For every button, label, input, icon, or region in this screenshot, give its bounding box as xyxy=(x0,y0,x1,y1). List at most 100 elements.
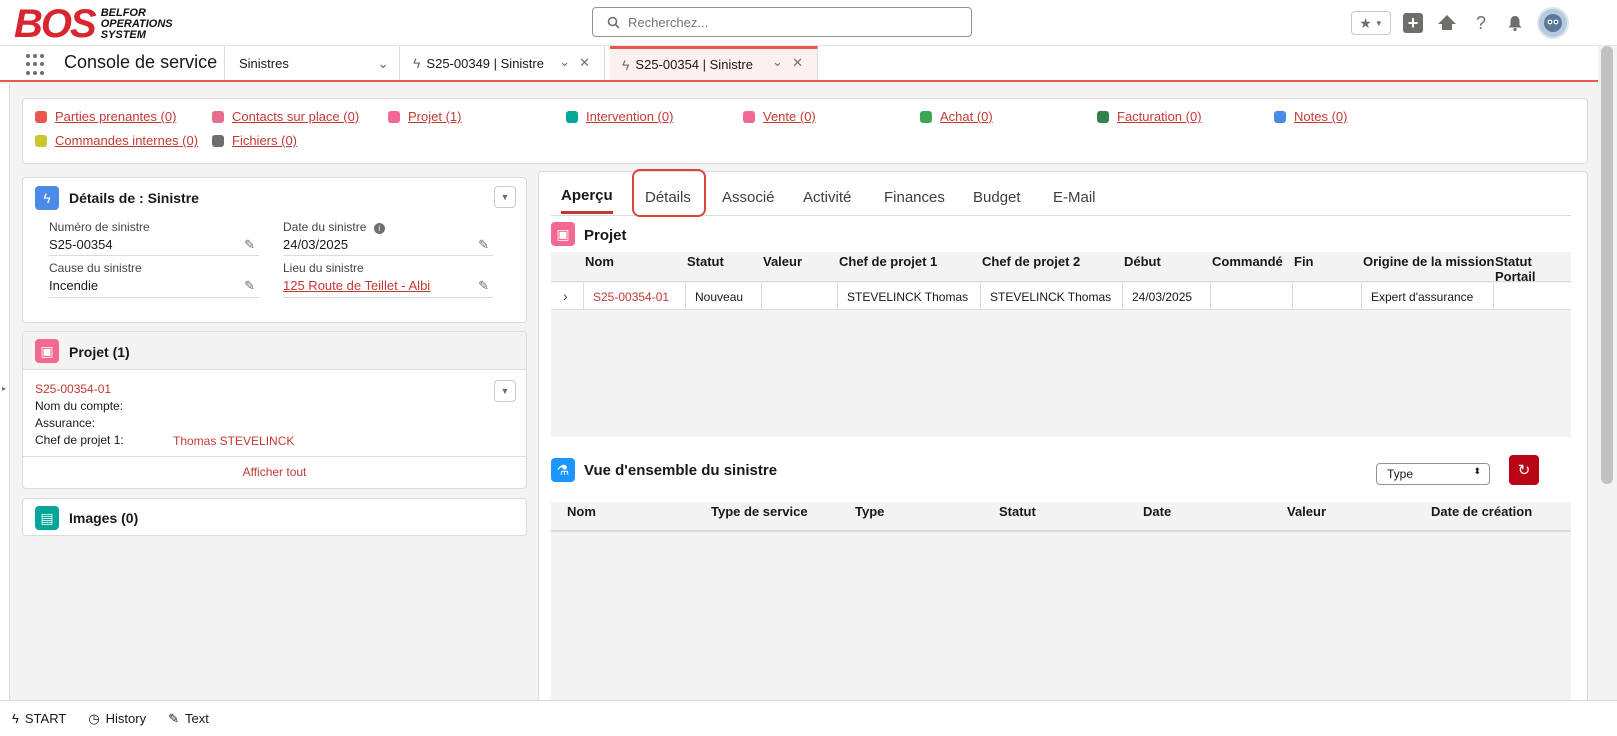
claim-cause-field: Incendie ✎ xyxy=(49,274,259,298)
tab-finances[interactable]: Finances xyxy=(884,180,945,214)
chevron-down-icon[interactable]: ⌄ xyxy=(377,55,389,72)
contact-icon xyxy=(212,110,224,123)
column-header[interactable]: Date xyxy=(1143,504,1171,519)
utility-text[interactable]: ✎ Text xyxy=(168,711,209,727)
column-header[interactable]: Statut xyxy=(999,504,1036,519)
clock-icon: ◷ xyxy=(88,710,100,726)
column-header[interactable]: Type de service xyxy=(711,504,808,519)
info-icon[interactable]: i xyxy=(373,223,385,234)
global-actions-plus-icon[interactable]: + xyxy=(1401,11,1425,35)
projet-record-link[interactable]: S25-00354-01 xyxy=(35,382,111,396)
related-link-notes[interactable]: Notes (0) xyxy=(1274,109,1347,124)
object-navigation-select[interactable]: Sinistres ⌄ xyxy=(224,46,400,80)
edit-pencil-icon[interactable]: ✎ xyxy=(478,278,489,294)
record-tabs-card: Aperçu Détails Associé Activité Finances… xyxy=(538,169,1588,701)
projet-name-link[interactable]: S25-00354-01 xyxy=(593,290,669,304)
column-header[interactable]: Nom xyxy=(585,254,614,269)
claim-location-link[interactable]: 125 Route de Teillet - Albi xyxy=(283,278,430,293)
record-page: Parties prenantes (0) Contacts sur place… xyxy=(10,84,1592,701)
project-manager-link[interactable]: Thomas STEVELINCK xyxy=(173,434,294,448)
chevron-down-icon[interactable]: ⌄ xyxy=(772,54,783,70)
edit-pencil-icon[interactable]: ✎ xyxy=(244,278,255,294)
pen-icon: ✎ xyxy=(168,710,180,726)
table-row[interactable]: › S25-00354-01 Nouveau STEVELINCK Thomas… xyxy=(551,283,1571,310)
scrollbar-thumb[interactable] xyxy=(1601,46,1613,484)
column-header[interactable]: Commandé xyxy=(1212,254,1283,269)
tab-apercu[interactable]: Aperçu xyxy=(561,180,613,214)
field-label: Date du sinistre i xyxy=(283,220,385,234)
column-header[interactable]: Valeur xyxy=(1287,504,1326,519)
belfor-logo[interactable]: BOS BELFOR OPERATIONS SYSTEM xyxy=(14,4,173,44)
projet-record-menu-dropdown[interactable]: ▼ xyxy=(494,380,516,402)
chevron-down-icon[interactable]: ⌄ xyxy=(559,54,570,70)
global-search-input[interactable]: Recherchez... xyxy=(592,7,972,37)
console-navigation: Console de service Sinistres ⌄ ϟ S25-003… xyxy=(0,46,1617,82)
column-header[interactable]: Chef de projet 2 xyxy=(982,254,1080,269)
favorites-star-icon[interactable]: ★ ▼ xyxy=(1351,11,1391,35)
related-link-fichiers[interactable]: Fichiers (0) xyxy=(212,133,297,148)
app-launcher-icon[interactable] xyxy=(26,54,48,76)
related-link-contacts[interactable]: Contacts sur place (0) xyxy=(212,109,359,124)
briefcase-icon: ▣ xyxy=(551,222,575,246)
details-menu-dropdown[interactable]: ▼ xyxy=(494,186,516,208)
close-tab-icon[interactable]: ✕ xyxy=(579,55,590,71)
table-cell: 24/03/2025 xyxy=(1132,290,1193,304)
refresh-button[interactable]: ↻ xyxy=(1509,455,1539,485)
column-header[interactable]: Valeur xyxy=(763,254,802,269)
account-name-label: Nom du compte: xyxy=(35,399,124,413)
projet-table-title: Projet xyxy=(584,227,627,244)
files-icon xyxy=(212,134,224,147)
column-header[interactable]: Statut xyxy=(687,254,724,269)
column-header[interactable]: Type xyxy=(855,504,884,519)
table-cell: Expert d'assurance xyxy=(1371,290,1474,304)
type-filter-select[interactable]: Type ⬍ xyxy=(1376,463,1490,485)
column-header[interactable]: Début xyxy=(1124,254,1161,269)
search-icon xyxy=(607,16,620,29)
utility-start[interactable]: ϟ START xyxy=(12,711,66,726)
app-name: Console de service xyxy=(64,52,218,72)
notifications-bell-icon[interactable] xyxy=(1503,11,1527,35)
field-label: Lieu du sinistre xyxy=(283,261,364,275)
column-header[interactable]: Nom xyxy=(567,504,596,519)
flask-icon: ⚗ xyxy=(551,458,575,482)
related-links-card: Parties prenantes (0) Contacts sur place… xyxy=(22,98,1588,164)
chevron-right-icon[interactable]: › xyxy=(563,288,568,304)
projet-card: ▣ Projet (1) S25-00354-01 ▼ Nom du compt… xyxy=(22,331,527,489)
column-header[interactable]: Origine de la mission xyxy=(1363,254,1494,269)
overview-title: Vue d'ensemble du sinistre xyxy=(584,462,778,479)
related-link-vente[interactable]: Vente (0) xyxy=(743,109,816,124)
details-card: ϟ Détails de : Sinistre ▼ Numéro de sini… xyxy=(22,177,527,323)
tab-associe[interactable]: Associé xyxy=(722,180,775,214)
left-panel-toggle[interactable]: ▸ xyxy=(0,84,10,700)
column-header[interactable]: Statut Portail xyxy=(1495,254,1571,284)
related-link-commandes-internes[interactable]: Commandes internes (0) xyxy=(35,133,198,148)
column-header[interactable]: Chef de projet 1 xyxy=(839,254,937,269)
table-cell: STEVELINCK Thomas xyxy=(990,290,1112,304)
workspace-tab-s25-00354[interactable]: ϟ S25-00354 | Sinistre ⌄ ✕ xyxy=(610,46,818,80)
tab-email[interactable]: E-Mail xyxy=(1053,180,1096,214)
related-link-parties-prenantes[interactable]: Parties prenantes (0) xyxy=(35,109,176,124)
workspace-tab-s25-00349[interactable]: ϟ S25-00349 | Sinistre ⌄ ✕ xyxy=(401,46,605,80)
images-card-title: Images (0) xyxy=(69,510,139,526)
column-header[interactable]: Fin xyxy=(1294,254,1314,269)
page-scrollbar[interactable] xyxy=(1598,46,1617,700)
related-link-projet[interactable]: Projet (1) xyxy=(388,109,461,124)
help-icon[interactable]: ? xyxy=(1469,11,1493,35)
view-all-link[interactable]: Afficher tout xyxy=(23,465,526,479)
related-link-facturation[interactable]: Facturation (0) xyxy=(1097,109,1202,124)
tab-activite[interactable]: Activité xyxy=(803,180,851,214)
utility-history[interactable]: ◷ History xyxy=(88,711,146,727)
related-link-intervention[interactable]: Intervention (0) xyxy=(566,109,673,124)
column-header[interactable]: Date de création xyxy=(1431,504,1532,519)
claim-location-field: 125 Route de Teillet - Albi ✎ xyxy=(283,274,493,298)
field-label: Cause du sinistre xyxy=(49,261,142,275)
related-link-achat[interactable]: Achat (0) xyxy=(920,109,993,124)
tab-budget[interactable]: Budget xyxy=(973,180,1021,214)
edit-pencil-icon[interactable]: ✎ xyxy=(478,237,489,253)
intervention-icon xyxy=(566,110,578,123)
project-icon xyxy=(388,110,400,123)
trailhead-icon[interactable] xyxy=(1435,11,1459,35)
user-avatar[interactable] xyxy=(1537,7,1569,39)
close-tab-icon[interactable]: ✕ xyxy=(792,55,803,71)
edit-pencil-icon[interactable]: ✎ xyxy=(244,237,255,253)
